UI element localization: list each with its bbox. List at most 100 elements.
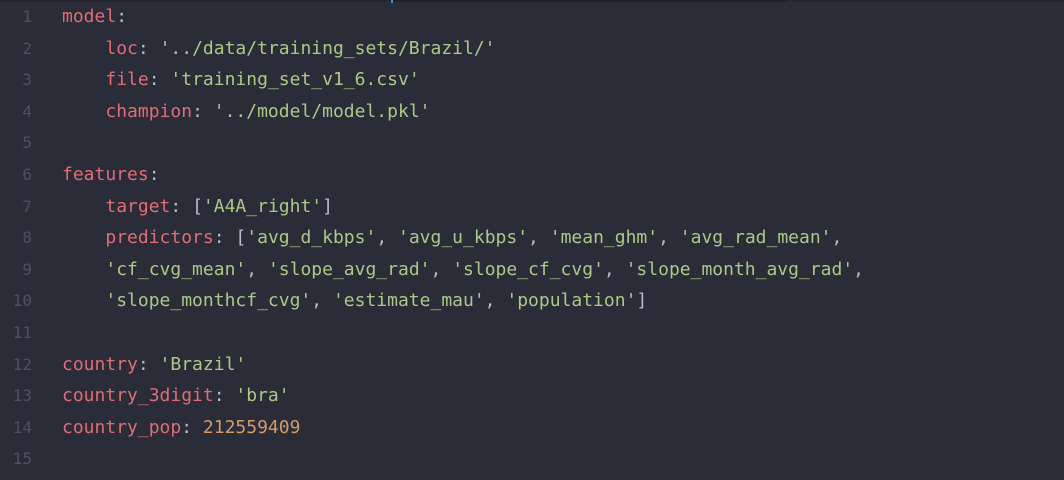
punctuation: ] [636,290,648,312]
line-number: 1 [22,7,32,26]
punctuation: , [603,258,626,280]
string-value: 'slope_cf_cvg' [452,258,604,280]
yaml-key: target [105,195,171,217]
punctuation: , [311,290,333,312]
line-content: target: ['A4A_right'] [62,191,333,223]
colon: : [137,353,160,375]
string-value: '../model/model.pkl' [213,100,431,122]
code-line[interactable]: 6 features: [0,159,1064,191]
line-number: 6 [22,164,32,184]
string-value: 'population' [506,290,637,312]
line-number: 15 [12,449,32,469]
punctuation: , [246,258,268,280]
line-content: predictors: ['avg_d_kbps', 'avg_u_kbps',… [62,222,842,254]
line-content: loc: '../data/training_sets/Brazil/' [62,33,496,65]
punctuation: , [831,227,843,249]
line-content: 'slope_monthcf_cvg', 'estimate_mau', 'po… [62,285,647,317]
code-line[interactable]: 7 target: ['A4A_right'] [0,191,1064,223]
line-number: 3 [22,70,32,90]
punctuation: [ [192,195,203,217]
colon: : [213,385,236,407]
number-value: 212559409 [202,416,301,438]
code-line[interactable]: 15 [0,443,1064,475]
code-line[interactable]: 2 loc: '../data/training_sets/Brazil/' [0,33,1064,65]
line-content: country_3digit: 'bra' [62,380,290,412]
line-content: features: [62,159,160,191]
yaml-key: country [62,353,138,375]
code-line[interactable]: 11 [0,317,1064,349]
code-line[interactable]: 5 [0,127,1064,159]
code-area[interactable]: 1 model: 2 loc: '../data/training_sets/Bra… [0,1,1064,475]
yaml-key: model [62,6,117,27]
line-number: 9 [22,259,32,279]
string-value: 'avg_d_kbps' [246,227,377,249]
punctuation: [ [235,227,247,249]
yaml-key: features [62,163,149,185]
line-content: champion: '../model/model.pkl' [62,96,431,128]
punctuation: ] [322,195,333,217]
code-line[interactable]: 13 country_3digit: 'bra' [0,380,1064,412]
string-value: 'cf_cvg_mean' [105,258,247,280]
line-number: 13 [12,386,32,406]
line-content: file: 'training_set_v1_6.csv' [62,64,420,96]
line-number: 12 [12,354,32,374]
string-value: 'bra' [235,385,290,407]
code-line[interactable]: 1 model: [0,1,1064,33]
string-value: 'slope_month_avg_rad' [625,258,854,280]
yaml-key: predictors [105,227,214,249]
string-value: '../data/training_sets/Brazil/' [159,37,496,59]
colon: : [213,227,236,249]
string-value: 'training_set_v1_6.csv' [170,69,420,91]
colon: : [148,163,160,185]
code-editor[interactable]: 1 model: 2 loc: '../data/training_sets/Bra… [0,0,1064,480]
string-value: 'avg_u_kbps' [398,227,529,249]
code-line[interactable]: 12 country: 'Brazil' [0,349,1064,381]
punctuation: , [376,227,398,249]
colon: : [148,69,171,91]
colon: : [192,100,214,122]
line-content: country: 'Brazil' [62,349,246,381]
punctuation: , [528,227,550,249]
line-number: 2 [22,38,32,58]
colon: : [181,416,203,438]
punctuation: , [658,227,680,249]
punctuation: , [484,290,507,312]
string-value: 'mean_ghm' [549,227,659,249]
code-line[interactable]: 3 file: 'training_set_v1_6.csv' [0,64,1064,96]
yaml-key: country_3digit [62,385,214,407]
yaml-key: champion [105,100,193,122]
string-value: 'avg_rad_mean' [679,227,832,249]
code-line[interactable]: 10 'slope_monthcf_cvg', 'estimate_mau', … [0,285,1064,317]
code-line[interactable]: 14 country_pop: 212559409 [0,412,1064,444]
line-content: model: [62,1,127,33]
colon: : [116,6,128,27]
code-line[interactable]: 8 predictors: ['avg_d_kbps', 'avg_u_kbps… [0,222,1064,254]
string-value: 'slope_avg_rad' [267,258,431,280]
yaml-key: country_pop [62,416,182,438]
string-value: 'slope_monthcf_cvg' [105,290,312,312]
line-number: 14 [12,417,32,437]
string-value: 'estimate_mau' [332,290,485,312]
line-number: 7 [22,196,32,216]
line-number: 11 [12,322,32,342]
line-number: 8 [22,228,32,248]
code-line[interactable]: 4 champion: '../model/model.pkl' [0,96,1064,128]
colon: : [137,37,160,59]
yaml-key: file [105,69,149,91]
line-content: country_pop: 212559409 [62,412,300,444]
punctuation: , [853,258,865,280]
colon: : [170,195,193,217]
line-number: 4 [22,101,32,121]
punctuation: , [430,258,453,280]
string-value: 'Brazil' [159,353,247,375]
yaml-key: loc [105,37,138,59]
line-number: 10 [12,291,32,311]
code-line[interactable]: 9 'cf_cvg_mean', 'slope_avg_rad', 'slope… [0,254,1064,286]
